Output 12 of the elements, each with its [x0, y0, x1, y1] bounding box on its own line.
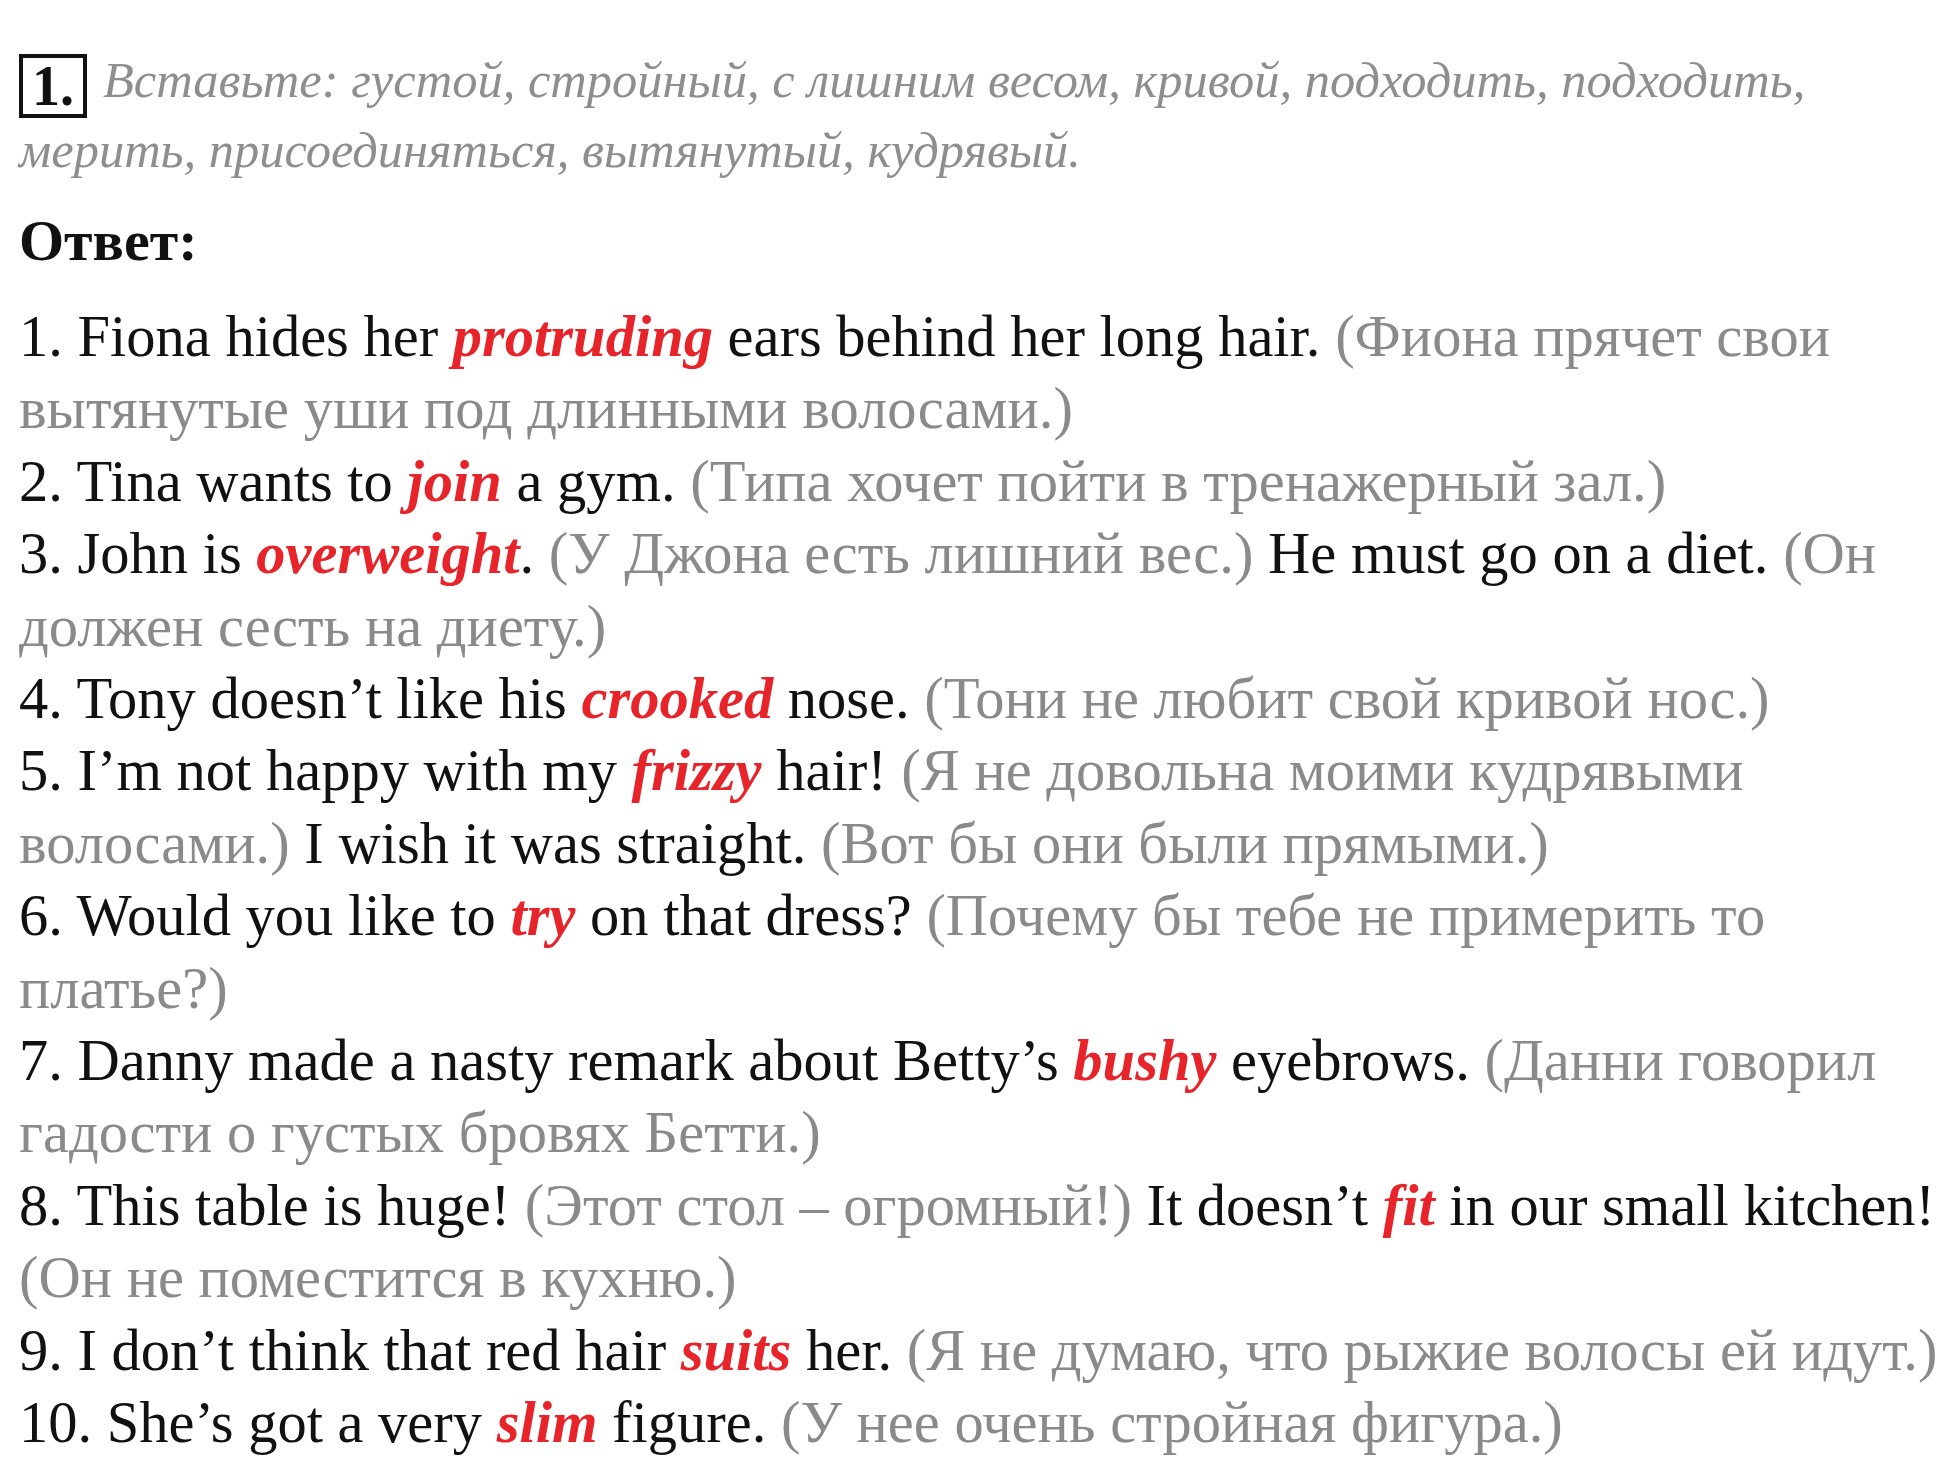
- answer-heading: Ответ:: [19, 207, 199, 275]
- answer-item: 2. Tina wants to join a gym. (Типа хочет пойти в тренажерный зал.): [19, 447, 1668, 516]
- task-instruction: 1. Вставьте: густой, стройный, с лишним весом, кривой, подходить, подходить, мерить, присоединяться, вытянутый, кудрявый.: [19, 51, 1807, 180]
- answer-item: 5. I’m not happy with my frizzy hair! (Я не довольна моими кудрявыми волосами.) I wish it was straight. (Вот бы они были прямыми.): [19, 737, 1745, 878]
- answer-item: 3. John is overweight. (У Джона есть лишний вес.) He must go on a diet. (Он должен сесть на диету.): [19, 520, 1878, 661]
- answer-item: 1. Fiona hides her protruding ears behind her long hair. (Фиона прячет свои вытянутые уши под длинными волосами.): [19, 303, 1832, 444]
- answer-item: 7. Danny made a nasty remark about Betty’s bushy eyebrows. (Данни говорил гадости о густых бровях Бетти.): [19, 1027, 1878, 1168]
- answer-item: 8. This table is huge! (Этот стол – огромный!) It doesn’t fit in our small kitchen! (Он не поместится в кухню.): [19, 1171, 1937, 1313]
- answer-item: 6. Would you like to try on that dress? (Почему бы тебе не примерить то платье?): [19, 882, 1767, 1023]
- answer-item: 10. She’s got a very slim figure. (У нее очень стройная фигура.): [19, 1389, 1564, 1458]
- answer-item: 9. I don’t think that red hair suits her. (Я не думаю, что рыжие волосы ей идут.): [19, 1316, 1939, 1385]
- answer-item: 4. Tony doesn’t like his crooked nose. (Тони не любит свой кривой нос.): [19, 665, 1771, 734]
